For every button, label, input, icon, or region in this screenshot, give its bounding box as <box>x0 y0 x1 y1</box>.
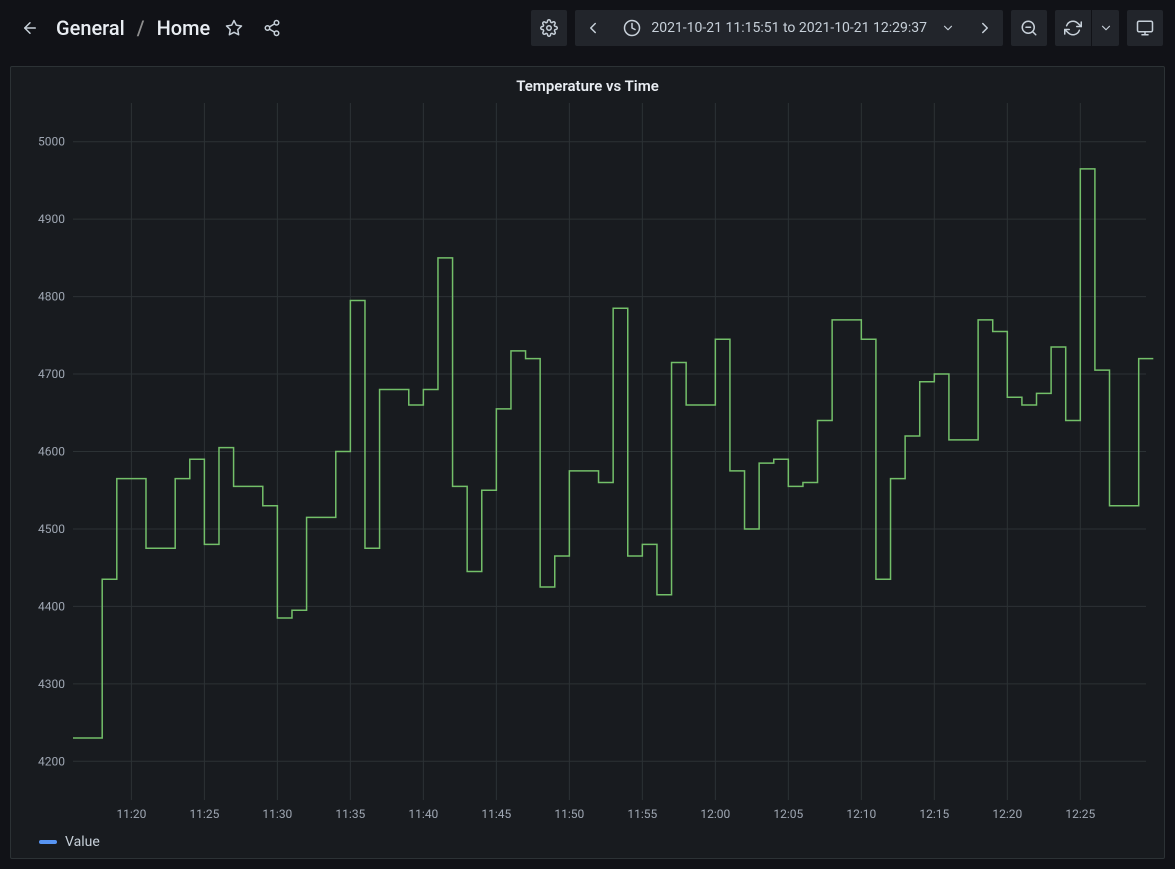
svg-text:12:05: 12:05 <box>773 807 803 821</box>
chevron-right-icon <box>976 19 994 37</box>
chevron-down-icon <box>1099 21 1113 35</box>
chart-panel: Temperature vs Time 4200 4300 4400 4500 4600… <box>10 66 1165 859</box>
arrow-left-icon <box>21 19 39 37</box>
svg-text:12:15: 12:15 <box>919 807 949 821</box>
svg-text:4400: 4400 <box>38 599 65 613</box>
svg-text:12:25: 12:25 <box>1065 807 1095 821</box>
time-range-next-button[interactable] <box>967 10 1003 46</box>
chevron-down-icon <box>941 21 955 35</box>
time-range-label: 2021-10-21 11:15:51 to 2021-10-21 12:29:… <box>651 20 927 36</box>
zoom-out-icon <box>1020 19 1038 37</box>
svg-text:11:55: 11:55 <box>627 807 657 821</box>
panel-title: Temperature vs Time <box>11 67 1164 97</box>
svg-text:4300: 4300 <box>38 677 65 691</box>
svg-text:12:10: 12:10 <box>846 807 876 821</box>
refresh-button[interactable] <box>1055 10 1091 46</box>
chevron-left-icon <box>584 19 602 37</box>
tv-mode-button[interactable] <box>1127 10 1163 46</box>
svg-text:11:25: 11:25 <box>189 807 219 821</box>
chart-area[interactable]: 4200 4300 4400 4500 4600 4700 4800 4900 5000 11:2… <box>11 97 1164 830</box>
page-title[interactable]: Home <box>157 16 211 40</box>
refresh-icon <box>1064 19 1082 37</box>
star-button[interactable] <box>220 14 248 42</box>
svg-text:4800: 4800 <box>38 290 65 304</box>
breadcrumb-separator: / <box>137 16 145 40</box>
svg-text:4700: 4700 <box>38 367 65 381</box>
svg-text:11:35: 11:35 <box>335 807 365 821</box>
monitor-icon <box>1136 19 1154 37</box>
svg-text:4600: 4600 <box>38 445 65 459</box>
svg-text:4500: 4500 <box>38 522 65 536</box>
time-range-display[interactable]: 2021-10-21 11:15:51 to 2021-10-21 12:29:… <box>611 10 967 46</box>
svg-text:11:20: 11:20 <box>116 807 146 821</box>
svg-text:11:50: 11:50 <box>554 807 584 821</box>
refresh-group <box>1055 10 1119 46</box>
settings-button[interactable] <box>531 10 567 46</box>
svg-text:11:45: 11:45 <box>481 807 511 821</box>
legend-swatch <box>39 840 57 844</box>
svg-text:4900: 4900 <box>38 212 65 226</box>
refresh-interval-button[interactable] <box>1091 10 1119 46</box>
breadcrumb: General / Home <box>56 14 286 42</box>
svg-text:4200: 4200 <box>38 754 65 768</box>
clock-icon <box>623 19 641 37</box>
legend[interactable]: Value <box>11 830 1164 858</box>
toolbar: General / Home 2021-10-21 1 <box>0 0 1175 56</box>
svg-text:5000: 5000 <box>38 135 65 149</box>
back-button[interactable] <box>12 10 48 46</box>
svg-text:12:00: 12:00 <box>700 807 730 821</box>
svg-text:11:40: 11:40 <box>408 807 438 821</box>
zoom-out-button[interactable] <box>1011 10 1047 46</box>
star-icon <box>225 19 243 37</box>
svg-text:12:20: 12:20 <box>992 807 1022 821</box>
time-range-picker: 2021-10-21 11:15:51 to 2021-10-21 12:29:… <box>575 10 1003 46</box>
legend-series-label: Value <box>65 834 100 850</box>
gear-icon <box>540 19 558 37</box>
share-button[interactable] <box>258 14 286 42</box>
svg-text:11:30: 11:30 <box>262 807 292 821</box>
time-range-prev-button[interactable] <box>575 10 611 46</box>
breadcrumb-folder[interactable]: General <box>56 16 125 40</box>
share-icon <box>263 19 281 37</box>
